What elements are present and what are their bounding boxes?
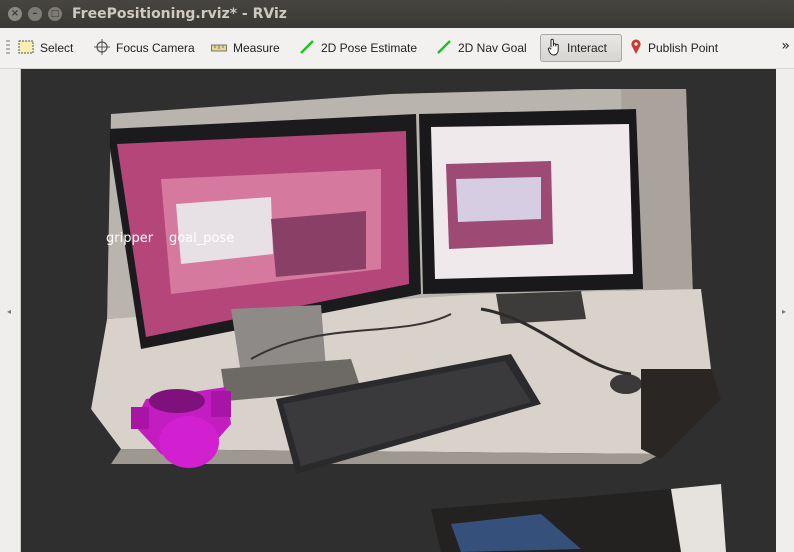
- tool-label: Interact: [567, 41, 608, 55]
- tool-label: Focus Camera: [116, 41, 195, 55]
- tool-label: 2D Nav Goal: [458, 41, 527, 55]
- tools-toolbar: Select Focus Camera Measure 2D Pose Esti…: [0, 28, 794, 69]
- tool-interact[interactable]: Interact: [540, 34, 622, 62]
- publish-point-icon: [630, 39, 642, 58]
- window-titlebar: × – □ FreePositioning.rviz* - RViz: [0, 0, 794, 28]
- close-button[interactable]: ×: [8, 7, 22, 21]
- left-dock-collapsed[interactable]: ◂: [0, 69, 21, 552]
- tool-2d-nav-goal[interactable]: 2D Nav Goal: [436, 34, 527, 62]
- tool-label: Publish Point: [648, 41, 719, 55]
- select-icon: [18, 40, 34, 57]
- pose-estimate-icon: [299, 39, 315, 58]
- right-dock-collapsed[interactable]: ▸: [775, 69, 794, 552]
- expand-right-icon[interactable]: ▸: [782, 307, 786, 316]
- point-cloud-scene[interactable]: [21, 69, 776, 552]
- tool-label: Measure: [233, 41, 280, 55]
- window-title: FreePositioning.rviz* - RViz: [72, 6, 287, 22]
- goal-pose-label: goal_pose: [169, 231, 235, 246]
- tool-measure[interactable]: Measure: [211, 34, 280, 62]
- render-viewport[interactable]: gripper goal_pose: [21, 69, 776, 552]
- tool-2d-pose-estimate[interactable]: 2D Pose Estimate: [299, 34, 417, 62]
- gripper-label: gripper: [106, 231, 154, 246]
- minimize-button[interactable]: –: [28, 7, 42, 21]
- measure-icon: [211, 41, 227, 55]
- nav-goal-icon: [436, 39, 452, 58]
- expand-left-icon[interactable]: ◂: [7, 307, 11, 316]
- interact-icon: [547, 38, 561, 59]
- tool-label: 2D Pose Estimate: [321, 41, 418, 55]
- tool-select[interactable]: Select: [18, 34, 73, 62]
- toolbar-overflow-button[interactable]: »: [781, 38, 790, 54]
- tool-publish-point[interactable]: Publish Point: [630, 34, 718, 62]
- toolbar-grip[interactable]: [6, 40, 10, 56]
- tool-label: Select: [40, 41, 74, 55]
- tool-focus-camera[interactable]: Focus Camera: [94, 34, 195, 62]
- focus-camera-icon: [94, 38, 110, 58]
- maximize-button[interactable]: □: [48, 7, 62, 21]
